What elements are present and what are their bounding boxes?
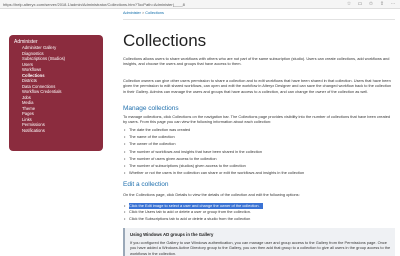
edit-step-item: Click the Subscriptions tab to add or de… xyxy=(124,216,263,223)
note-title: Using Windows AD groups in the Gallery xyxy=(130,232,214,237)
share-icon[interactable]: ⇪ xyxy=(379,1,385,7)
divider xyxy=(123,19,395,20)
list-item: The name of the collection xyxy=(124,133,304,140)
breadcrumb-current: Collections xyxy=(145,11,164,15)
edit-collection-heading: Edit a collection xyxy=(123,181,169,188)
owner-paragraph: Collection owners can give other users p… xyxy=(123,78,392,94)
manage-collections-heading: Manage collections xyxy=(123,105,179,112)
sidebar-item-workflow-credentials[interactable]: Workflow Credentials xyxy=(22,89,65,95)
list-item: The number of users given access to the … xyxy=(124,155,304,162)
edit-intro-paragraph: On the Collections page, click Details t… xyxy=(123,192,300,197)
main-content: Administer > Collections Collections Col… xyxy=(123,11,395,256)
breadcrumb: Administer > Collections xyxy=(123,11,395,16)
breadcrumb-separator: > xyxy=(142,11,145,15)
sidebar-item-notifications[interactable]: Notifications xyxy=(22,128,65,134)
list-item: The number of subscriptions (studios) gi… xyxy=(124,162,304,169)
sidebar-nav: Administer Administer Gallery Diagnostics… xyxy=(9,35,103,151)
note-body: If you configured the Gallery to use Win… xyxy=(130,240,391,256)
browser-toolbar-icons: ☆ ▭ ✩ ⇪ ⋯ xyxy=(346,1,396,7)
page-title: Collections xyxy=(123,31,207,50)
reading-view-icon[interactable]: ▭ xyxy=(357,1,363,7)
breadcrumb-parent-link[interactable]: Administer xyxy=(123,11,141,15)
edit-steps-list: Click the Edit image to select a user an… xyxy=(124,203,263,223)
list-item: The date the collection was created xyxy=(124,126,304,133)
windows-ad-note: Using Windows AD groups in the Gallery I… xyxy=(123,228,395,256)
sidebar-item-subscriptions-studios[interactable]: Subscriptions (Studios) xyxy=(22,56,65,62)
list-item: The owner of the collection xyxy=(124,140,304,147)
intro-paragraph: Collections allows users to share workfl… xyxy=(123,56,390,67)
favorites-icon[interactable]: ✩ xyxy=(368,1,374,7)
sidebar-list: Administer Gallery Diagnostics Subscriptio… xyxy=(22,45,65,133)
bookmark-star-icon[interactable]: ☆ xyxy=(346,1,352,7)
list-item: The number of workflows and insights tha… xyxy=(124,148,304,155)
manage-bullet-list: The date the collection was createdThe n… xyxy=(124,126,304,177)
url-text[interactable]: https://help.alteryx.com/server/2018.1/a… xyxy=(3,1,185,8)
more-menu-icon[interactable]: ⋯ xyxy=(390,1,396,7)
list-item: Whether or not the users in the collecti… xyxy=(124,169,304,176)
browser-address-bar[interactable]: https://help.alteryx.com/server/2018.1/a… xyxy=(0,0,400,9)
manage-intro-paragraph: To manage collections, click Collections… xyxy=(123,114,391,125)
